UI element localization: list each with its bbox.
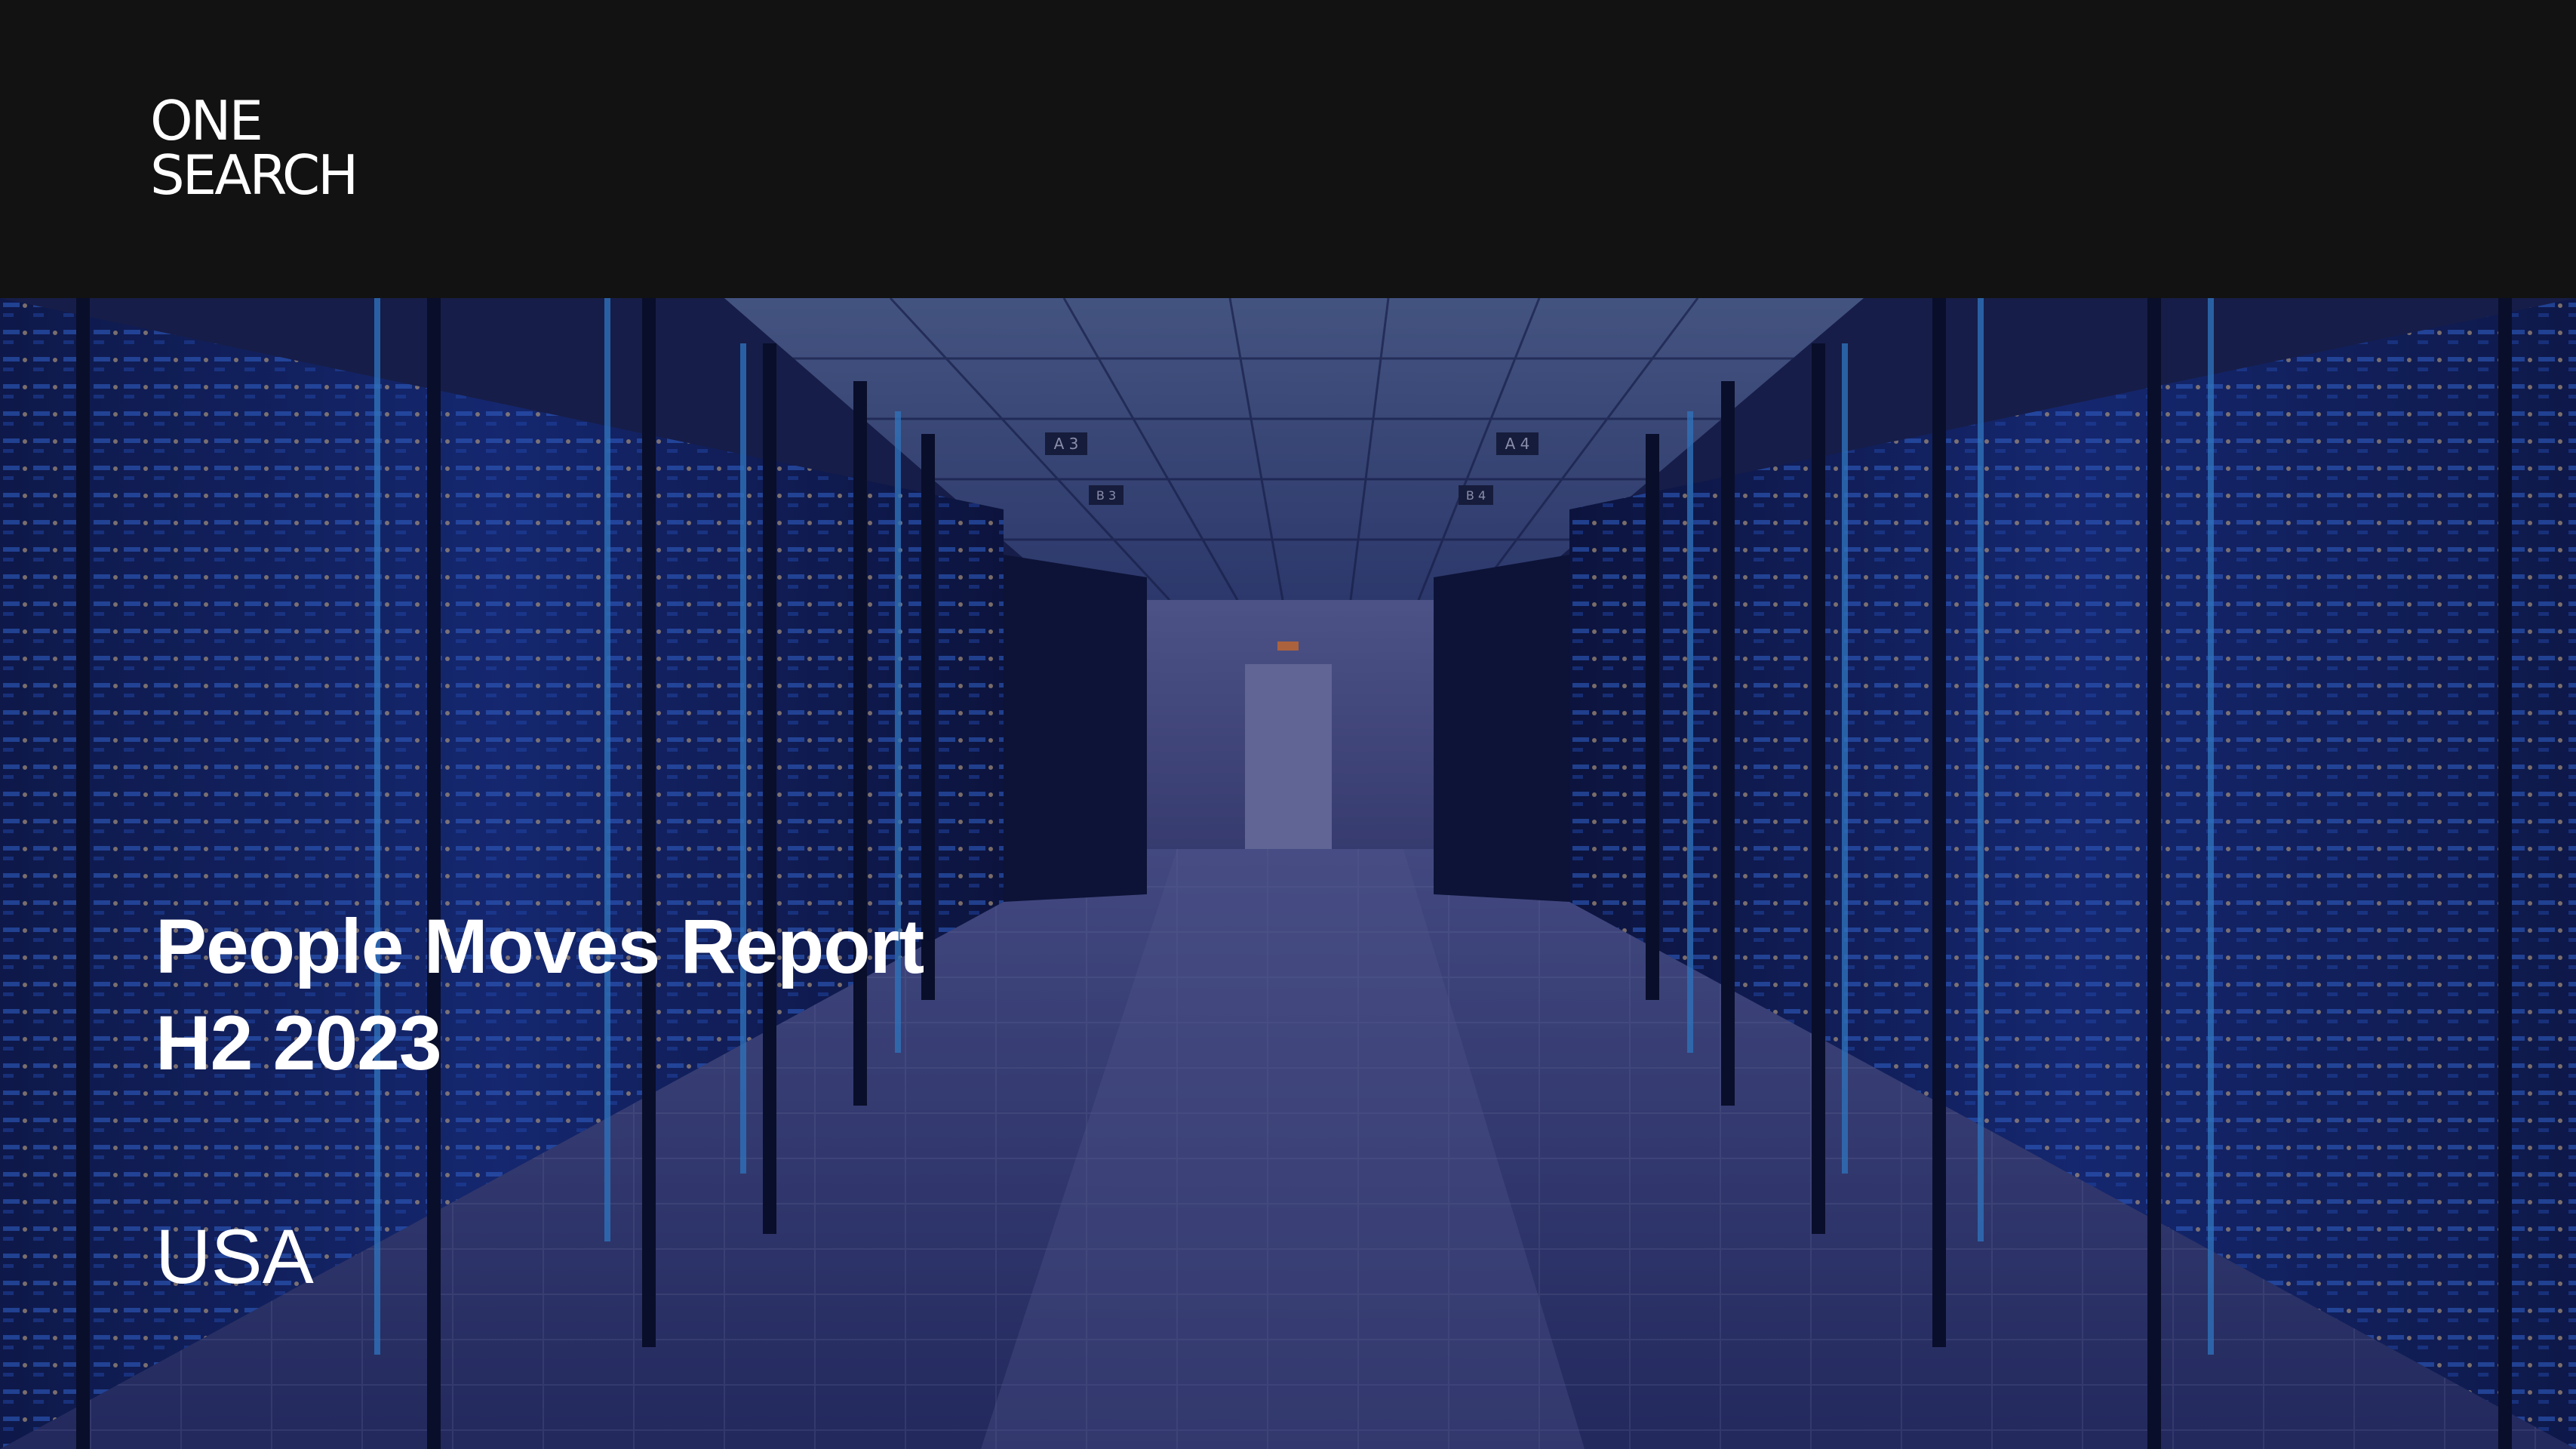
report-region: USA — [155, 1214, 314, 1300]
report-title: People Moves Report H2 2023 — [155, 898, 924, 1091]
header-bar: ONE SEARCH — [0, 0, 2576, 298]
report-title-line1: People Moves Report — [155, 903, 924, 989]
report-period: H2 2023 — [155, 1000, 442, 1086]
logo-line-one: ONE — [150, 89, 263, 152]
logo-line-search: SEARCH — [150, 143, 358, 207]
server-room-illustration: A 3 B 3 A 4 B 4 — [0, 298, 2576, 1449]
onesearch-logo[interactable]: ONE SEARCH — [150, 89, 358, 207]
datacenter-hero-image: A 3 B 3 A 4 B 4 People Moves Report H2 2… — [0, 298, 2576, 1449]
